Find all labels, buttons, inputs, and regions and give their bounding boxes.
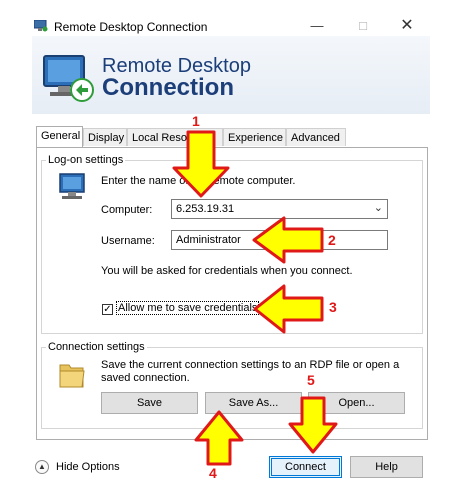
- hide-options-link[interactable]: Hide Options: [56, 461, 120, 473]
- chevron-down-icon[interactable]: ⌄: [374, 201, 383, 214]
- close-button[interactable]: ✕: [384, 14, 430, 38]
- tab-general[interactable]: General: [36, 126, 83, 147]
- connection-settings-label: Connection settings: [46, 341, 147, 353]
- help-button[interactable]: Help: [350, 456, 423, 478]
- maximize-button[interactable]: □: [340, 14, 386, 38]
- computer-icon: [59, 173, 85, 199]
- annotation-number-5: 5: [307, 372, 315, 388]
- save-as-button[interactable]: Save As...: [205, 392, 302, 414]
- username-field[interactable]: Administrator: [171, 230, 388, 250]
- window-title: Remote Desktop Connection: [54, 20, 208, 34]
- annotation-number-1: 1: [192, 113, 200, 129]
- credentials-note: You will be asked for credentials when y…: [101, 265, 353, 277]
- rdc-app-icon: [34, 20, 48, 32]
- allow-save-credentials-label[interactable]: Allow me to save credentials: [115, 301, 260, 315]
- connection-description: Save the current connection settings to …: [101, 359, 400, 384]
- computer-value: 6.253.19.31: [176, 203, 235, 215]
- connect-button[interactable]: Connect: [269, 456, 342, 478]
- tab-experience[interactable]: Experience: [223, 128, 286, 146]
- open-button[interactable]: Open...: [308, 392, 405, 414]
- folder-icon: [59, 364, 85, 388]
- annotation-number-3: 3: [329, 299, 337, 315]
- tab-advanced[interactable]: Advanced: [286, 128, 346, 146]
- computer-label: Computer:: [101, 204, 153, 216]
- annotation-number-4: 4: [209, 465, 217, 481]
- tab-local-resources[interactable]: Local Resources: [127, 128, 223, 146]
- remote-desktop-icon: [43, 55, 94, 102]
- annotation-number-2: 2: [328, 232, 336, 248]
- logon-instruction: Enter the name of the remote computer.: [101, 175, 296, 187]
- allow-save-credentials-checkbox[interactable]: ✓: [102, 304, 113, 315]
- minimize-button[interactable]: —: [294, 14, 340, 38]
- username-label: Username:: [101, 235, 155, 247]
- save-button[interactable]: Save: [101, 392, 198, 414]
- username-value: Administrator: [176, 234, 241, 246]
- tab-display[interactable]: Display: [83, 128, 127, 146]
- collapse-options-icon[interactable]: ▲: [35, 460, 49, 474]
- logon-settings-label: Log-on settings: [46, 154, 126, 166]
- tab-strip: General Display Local Resources Experien…: [36, 126, 428, 147]
- banner-title-line2: Connection: [102, 74, 234, 101]
- computer-combobox[interactable]: 6.253.19.31 ⌄: [171, 199, 388, 219]
